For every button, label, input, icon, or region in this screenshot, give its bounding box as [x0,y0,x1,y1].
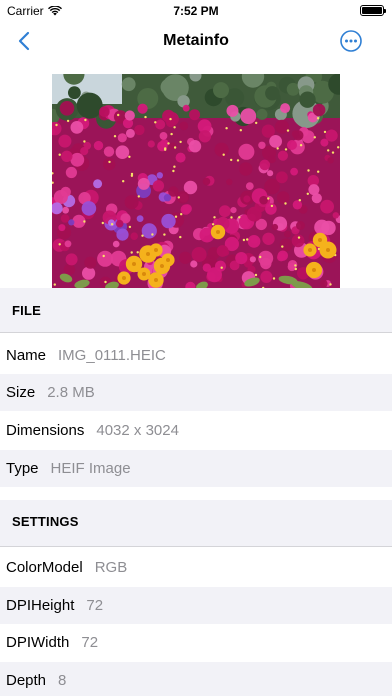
page-title: Metainfo [163,32,229,49]
section-header-settings: SETTINGS [0,500,392,546]
section-header-file: FILE [0,288,392,332]
status-time: 7:52 PM [173,4,219,18]
row-value: 2.8 MB [47,384,95,401]
row-key: ColorModel [6,559,83,576]
info-row-dimensions: Dimensions 4032 x 3024 [0,412,392,449]
section-divider [0,332,392,333]
row-key: Type [6,460,39,477]
section-divider [0,546,392,547]
row-value: IMG_0111.HEIC [58,347,166,364]
row-value: 8 [58,672,67,689]
row-key: Dimensions [6,422,85,439]
info-row-dpiwidth: DPIWidth 72 [0,624,392,661]
info-row-depth: Depth 8 [0,662,392,696]
info-row-colormodel: ColorModel RGB [0,549,392,586]
row-key: Size [6,384,36,401]
status-bar: Carrier 7:52 PM [0,0,392,22]
row-value: 4032 x 3024 [96,422,179,439]
section-title-settings: SETTINGS [12,514,79,529]
row-value: HEIF Image [50,460,131,477]
info-row-size: Size 2.8 MB [0,374,392,411]
navigation-bar: Metainfo [0,22,392,60]
row-key: Depth [6,672,47,689]
row-value: RGB [94,559,128,576]
row-value: 72 [86,597,104,614]
row-value: 72 [81,634,99,651]
info-row-type: Type HEIF Image [0,450,392,487]
ellipsis-circle-icon[interactable] [339,29,363,53]
info-row-dpiheight: DPIHeight 72 [0,587,392,624]
battery-icon [360,5,386,16]
row-key: DPIHeight [6,597,75,614]
photo-preview [52,74,340,288]
flower-photo [52,74,340,288]
section-title-file: FILE [12,303,41,318]
row-key: DPIWidth [6,634,70,651]
info-row-name: Name IMG_0111.HEIC [0,337,392,374]
row-key: Name [6,347,47,364]
